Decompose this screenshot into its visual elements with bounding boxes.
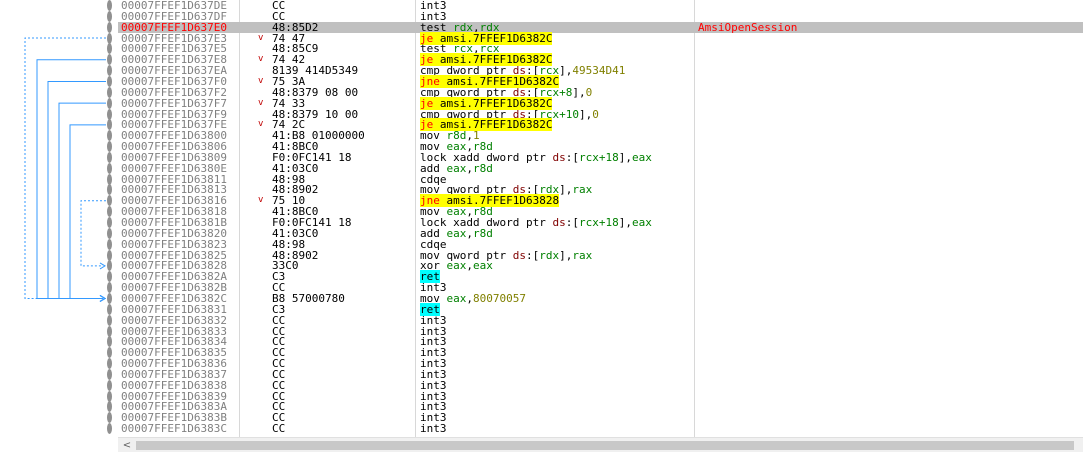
- breakpoint-dot-icon[interactable]: [107, 249, 112, 261]
- jump-arrow-line: [36, 59, 106, 299]
- breakpoint-dot-icon[interactable]: [107, 75, 112, 87]
- jump-arrow-gutter: [0, 0, 118, 437]
- instruction-row[interactable]: 00007FFEF1D63833 CC int3: [107, 325, 1083, 337]
- breakpoint-dot-icon[interactable]: [107, 141, 112, 153]
- instruction-row[interactable]: 00007FFEF1D63831 C3 ret: [107, 302, 1083, 316]
- instruction-row[interactable]: 00007FFEF1D63835 CC int3: [107, 347, 1083, 359]
- breakpoint-dot-icon[interactable]: [107, 390, 112, 402]
- instruction-row[interactable]: 00007FFEF1D63823 48:98 cdqe: [107, 238, 1083, 250]
- breakpoint-dot-icon[interactable]: [107, 162, 112, 174]
- scroll-left-arrow-icon[interactable]: <: [120, 438, 134, 452]
- address: 00007FFEF1D637F7: [121, 96, 227, 110]
- address: 00007FFEF1D6383C: [121, 422, 227, 436]
- instruction-row[interactable]: 00007FFEF1D6383A CC int3: [107, 401, 1083, 413]
- breakpoint-dot-icon[interactable]: [107, 0, 112, 11]
- breakpoint-dot-icon[interactable]: [107, 21, 112, 33]
- jump-direction-icon: v: [258, 195, 264, 206]
- instruction-row[interactable]: 00007FFEF1D63837 CC int3: [107, 368, 1083, 380]
- instruction-row[interactable]: 00007FFEF1D63839 CC int3: [107, 390, 1083, 402]
- horizontal-scrollbar[interactable]: <: [118, 437, 1083, 452]
- scrollbar-thumb[interactable]: [136, 441, 1074, 450]
- instruction-row[interactable]: 00007FFEF1D6382A C3 ret: [107, 270, 1083, 284]
- jump-arrow-line: [69, 124, 106, 299]
- breakpoint-dot-icon[interactable]: [107, 303, 112, 315]
- instruction-row[interactable]: 00007FFEF1D6381B F0:0FC141 18 lock xadd dw…: [107, 217, 1083, 228]
- jump-direction-icon: v: [258, 32, 264, 43]
- instruction-row[interactable]: 00007FFEF1D637E3 v 74 47 je amsi.7FFEF1D638…: [107, 31, 1083, 45]
- opcode-bytes: CC: [272, 313, 286, 327]
- opcode-bytes: 74 33: [272, 96, 306, 110]
- instruction-row[interactable]: 00007FFEF1D63800 41:B8 01000000 mov r8d,1: [107, 130, 1083, 142]
- instruction-row[interactable]: 00007FFEF1D6383B CC int3: [107, 412, 1083, 424]
- breakpoint-dot-icon[interactable]: [107, 10, 112, 22]
- address: 00007FFEF1D63832: [121, 313, 227, 327]
- jump-direction-icon: v: [258, 54, 264, 65]
- breakpoint-dot-icon[interactable]: [107, 97, 112, 109]
- instruction-row[interactable]: 00007FFEF1D63820 41:03C0 add eax,r8d: [107, 227, 1083, 239]
- instruction-row[interactable]: 00007FFEF1D637F7 v 74 33 je amsi.7FFEF1D638…: [107, 96, 1083, 110]
- jump-arrow-line: [47, 80, 106, 299]
- comment: AmsiOpenSession: [698, 20, 798, 34]
- instruction-row[interactable]: 00007FFEF1D6380E 41:03C0 add eax,r8d: [107, 162, 1083, 174]
- breakpoint-dot-icon[interactable]: [107, 32, 112, 44]
- opcode-bytes: CC: [272, 422, 286, 436]
- jump-direction-icon: v: [258, 75, 264, 86]
- instruction-row[interactable]: 00007FFEF1D637E0 48:85D2 test rdx,rdx AmsiO…: [107, 20, 1083, 34]
- breakpoint-dot-icon[interactable]: [107, 314, 112, 326]
- instruction-row[interactable]: 00007FFEF1D6382B CC int3: [107, 282, 1083, 294]
- instruction-token: int3: [420, 422, 447, 436]
- instruction-row[interactable]: 00007FFEF1D63809 F0:0FC141 18 lock xadd dw…: [107, 151, 1083, 163]
- breakpoint-dot-icon[interactable]: [107, 86, 112, 98]
- instruction-row[interactable]: 00007FFEF1D637DF CC int3: [107, 10, 1083, 22]
- instruction-row[interactable]: 00007FFEF1D63828 33C0 xor eax,eax: [107, 260, 1083, 272]
- breakpoint-dot-icon[interactable]: [107, 151, 112, 163]
- breakpoint-dot-icon[interactable]: [107, 379, 112, 391]
- instruction-row[interactable]: 00007FFEF1D63813 48:8902 mov qword ptr ds:…: [107, 184, 1083, 196]
- instruction-row[interactable]: 00007FFEF1D6382C B8 57000780 mov eax,80070…: [107, 292, 1083, 304]
- breakpoint-dot-icon[interactable]: [107, 292, 112, 304]
- instruction-row[interactable]: 00007FFEF1D637FE v 74 2C je amsi.7FFEF1D638…: [107, 118, 1083, 132]
- breakpoint-dot-icon[interactable]: [107, 368, 112, 380]
- instruction-row[interactable]: 00007FFEF1D637F0 v 75 3A jne amsi.7FFEF1D63…: [107, 74, 1083, 88]
- breakpoint-dot-icon[interactable]: [107, 227, 112, 239]
- instruction-row[interactable]: 00007FFEF1D637F2 48:8379 08 00 cmp qword p…: [107, 86, 1083, 98]
- breakpoint-dot-icon[interactable]: [107, 217, 112, 228]
- instruction-row[interactable]: 00007FFEF1D6383C CC int3: [107, 422, 1083, 436]
- instruction-text: int3: [420, 423, 447, 434]
- gutter-footer: [0, 437, 118, 452]
- instruction-row[interactable]: 00007FFEF1D63832 CC int3: [107, 313, 1083, 327]
- instruction-row[interactable]: 00007FFEF1D63811 48:98 cdqe: [107, 173, 1083, 185]
- breakpoint-dot-icon[interactable]: [107, 173, 112, 185]
- disassembly-view[interactable]: 00007FFEF1D637DE CC int3 00007FFEF1D637DF CC…: [0, 0, 1083, 452]
- breakpoint-dot-icon[interactable]: [107, 108, 112, 120]
- instruction-row[interactable]: 00007FFEF1D63834 CC int3: [107, 336, 1083, 348]
- instruction-row[interactable]: 00007FFEF1D637EA 8139 414D5349 cmp dword p…: [107, 65, 1083, 77]
- breakpoint-dot-icon[interactable]: [107, 358, 112, 370]
- instruction-row[interactable]: 00007FFEF1D63836 CC int3: [107, 358, 1083, 370]
- instruction-row[interactable]: 00007FFEF1D63825 48:8902 mov qword ptr ds:…: [107, 249, 1083, 261]
- instruction-row[interactable]: 00007FFEF1D637DE CC int3: [107, 0, 1083, 11]
- jump-direction-icon: v: [258, 119, 264, 130]
- jump-direction-icon: v: [258, 97, 264, 108]
- instruction-row[interactable]: 00007FFEF1D637F9 48:8379 10 00 cmp qword p…: [107, 108, 1083, 120]
- breakpoint-dot-icon[interactable]: [107, 238, 112, 250]
- jump-arrows: [24, 37, 106, 302]
- breakpoint-dot-icon[interactable]: [107, 325, 112, 337]
- jump-arrow-line: [80, 200, 106, 267]
- instruction-row[interactable]: 00007FFEF1D63816 v 75 10 jne amsi.7FFEF1D63…: [107, 194, 1083, 208]
- instruction-row[interactable]: 00007FFEF1D637E5 48:85C9 test rcx,rcx: [107, 43, 1083, 55]
- jump-arrow-line: [58, 102, 106, 299]
- instruction-row[interactable]: 00007FFEF1D63838 CC int3: [107, 379, 1083, 391]
